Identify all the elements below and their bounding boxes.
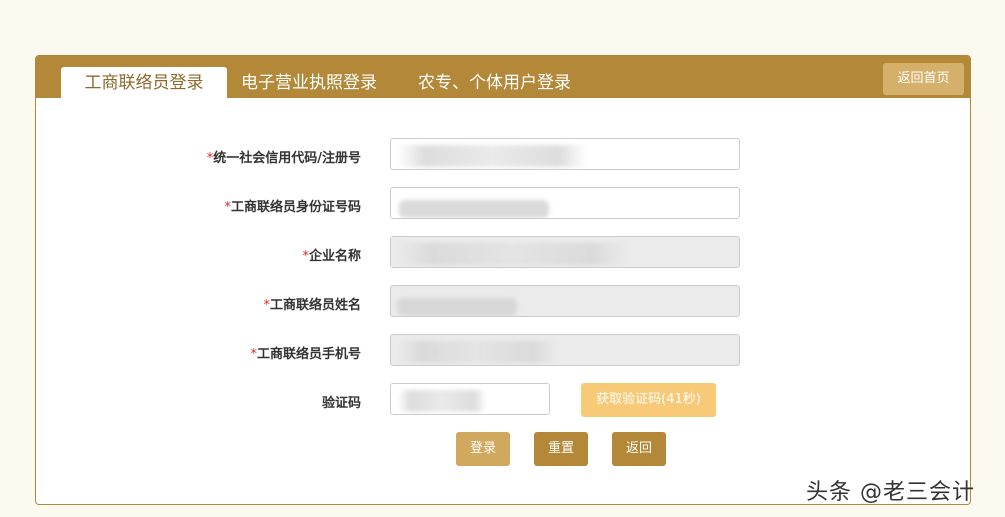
reset-button[interactable]: 重置	[534, 432, 588, 466]
liaison-phone-input[interactable]	[390, 334, 740, 366]
tab-e-license-login[interactable]: 电子营业执照登录	[241, 67, 377, 98]
credit-code-input[interactable]	[390, 138, 740, 170]
redacted-value	[397, 243, 627, 265]
redacted-value	[399, 200, 549, 218]
liaison-id-input[interactable]	[390, 187, 740, 219]
tab-bar: 工商联络员登录 电子营业执照登录 农专、个体用户登录 返回首页	[36, 56, 970, 98]
redacted-value	[397, 298, 517, 316]
verification-code-input[interactable]	[390, 383, 550, 415]
liaison-id-label: *工商联络员身份证号码	[224, 200, 361, 215]
liaison-name-input[interactable]	[390, 285, 740, 317]
credit-code-label: *统一社会信用代码/注册号	[206, 151, 361, 166]
get-code-button[interactable]: 获取验证码(41秒)	[581, 383, 716, 417]
company-name-input[interactable]	[390, 236, 740, 268]
login-button[interactable]: 登录	[456, 432, 510, 466]
verification-code-label: 验证码	[321, 396, 361, 411]
company-name-label: *企业名称	[302, 249, 361, 264]
tab-farmer-individual-login[interactable]: 农专、个体用户登录	[418, 67, 571, 98]
return-home-button[interactable]: 返回首页	[883, 63, 964, 95]
redacted-value	[397, 390, 487, 412]
redacted-value	[397, 341, 557, 363]
tab-liaison-login[interactable]: 工商联络员登录	[61, 67, 227, 98]
liaison-name-label: *工商联络员姓名	[263, 298, 361, 313]
watermark: 头条 @老三会计	[806, 480, 975, 505]
liaison-phone-label: *工商联络员手机号	[250, 347, 361, 362]
redacted-value	[397, 145, 587, 167]
login-panel: 工商联络员登录 电子营业执照登录 农专、个体用户登录 返回首页 *统一社会信用代…	[35, 55, 971, 505]
back-button[interactable]: 返回	[612, 432, 666, 466]
